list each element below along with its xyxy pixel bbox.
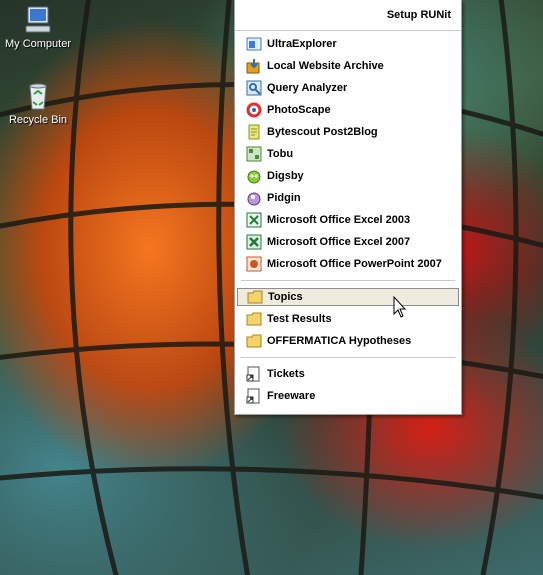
menu-item-label: Local Website Archive <box>267 60 384 72</box>
desktop-icon-my-computer[interactable]: My Computer <box>0 4 76 50</box>
menu-item-excel-2007[interactable]: Microsoft Office Excel 2007 <box>237 231 459 253</box>
app-group: UltraExplorer Local Website Archive Quer… <box>235 31 461 277</box>
menu-item-label: Freeware <box>267 390 316 402</box>
setup-runit-menu: Setup RUNit UltraExplorer Local Website … <box>234 0 462 415</box>
query-analyzer-icon <box>246 80 262 96</box>
shortcut-icon <box>246 366 260 382</box>
menu-item-test-results[interactable]: Test Results <box>237 308 459 330</box>
menu-item-query-analyzer[interactable]: Query Analyzer <box>237 77 459 99</box>
menu-item-offermatica-hypotheses[interactable]: OFFERMATICA Hypotheses <box>237 330 459 352</box>
menu-item-label: Microsoft Office Excel 2007 <box>267 236 411 248</box>
menu-item-label: Topics <box>268 291 303 303</box>
tobu-icon <box>246 146 262 162</box>
desktop-icon-label: My Computer <box>4 38 72 50</box>
desktop-icon-label: Recycle Bin <box>8 114 68 126</box>
menu-item-freeware[interactable]: Freeware <box>237 385 459 407</box>
shortcut-icon <box>246 388 260 404</box>
menu-item-label: Query Analyzer <box>267 82 348 94</box>
menu-item-topics[interactable]: Topics <box>237 288 459 306</box>
menu-item-bytescout-post2blog[interactable]: Bytescout Post2Blog <box>237 121 459 143</box>
menu-item-excel-2003[interactable]: Microsoft Office Excel 2003 <box>237 209 459 231</box>
shortcut-group: Tickets Freeware <box>235 361 461 409</box>
menu-item-label: OFFERMATICA Hypotheses <box>267 335 412 347</box>
menu-item-label: Bytescout Post2Blog <box>267 126 378 138</box>
menu-item-label: Tickets <box>267 368 305 380</box>
menu-item-powerpoint-2007[interactable]: Microsoft Office PowerPoint 2007 <box>237 253 459 275</box>
menu-item-label: PhotoScape <box>267 104 331 116</box>
folder-icon <box>246 334 262 348</box>
menu-item-label: Digsby <box>267 170 304 182</box>
website-archive-icon <box>246 59 260 74</box>
excel-2007-icon <box>246 234 262 250</box>
mouse-cursor-icon <box>393 296 407 318</box>
my-computer-icon <box>25 6 51 33</box>
ultraexplorer-icon <box>246 37 262 51</box>
powerpoint-2007-icon <box>246 256 262 272</box>
menu-header[interactable]: Setup RUNit <box>235 0 461 31</box>
desktop-icon-recycle-bin[interactable]: Recycle Bin <box>0 80 76 126</box>
menu-item-local-website-archive[interactable]: Local Website Archive <box>237 55 459 77</box>
recycle-bin-icon <box>29 83 47 110</box>
menu-item-pidgin[interactable]: Pidgin <box>237 187 459 209</box>
menu-item-label: Tobu <box>267 148 294 160</box>
pidgin-icon <box>247 192 261 206</box>
menu-item-ultraexplorer[interactable]: UltraExplorer <box>237 33 459 55</box>
menu-item-label: Microsoft Office PowerPoint 2007 <box>267 258 442 270</box>
photoscape-icon <box>246 102 262 118</box>
menu-item-label: Pidgin <box>267 192 301 204</box>
digsby-icon <box>247 170 261 184</box>
excel-2003-icon <box>246 212 262 228</box>
menu-item-photoscape[interactable]: PhotoScape <box>237 99 459 121</box>
folder-icon <box>246 312 262 326</box>
menu-item-label: Microsoft Office Excel 2003 <box>267 214 411 226</box>
folder-icon <box>247 290 263 304</box>
post2blog-icon <box>248 124 260 140</box>
menu-separator <box>241 280 455 281</box>
menu-item-label: Test Results <box>267 313 332 325</box>
menu-item-digsby[interactable]: Digsby <box>237 165 459 187</box>
menu-item-tickets[interactable]: Tickets <box>237 363 459 385</box>
menu-separator <box>241 357 455 358</box>
menu-item-label: UltraExplorer <box>267 38 337 50</box>
menu-item-tobu[interactable]: Tobu <box>237 143 459 165</box>
folder-group: Topics Test Results OFFERMATICA Hypothes… <box>235 284 461 354</box>
